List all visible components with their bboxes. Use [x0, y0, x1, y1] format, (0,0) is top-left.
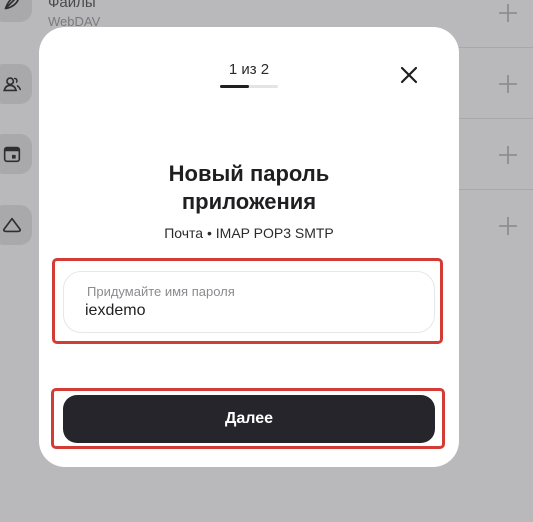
contacts-nav-button[interactable]: [0, 64, 32, 104]
highlight-name-field: [52, 258, 443, 344]
list-divider: [458, 189, 533, 190]
dialog-title-line1: Новый пароль: [168, 161, 330, 186]
feather-icon: [4, 0, 19, 10]
dialog-title-line2: приложения: [181, 189, 317, 214]
add-plus-icon[interactable]: [497, 215, 519, 237]
step-progress-fill: [220, 85, 249, 88]
dialog-title: Новый пароль приложения: [39, 160, 459, 216]
add-plus-icon[interactable]: [497, 2, 519, 24]
dialog-subtitle: Почта • IMAP POP3 SMTP: [164, 225, 334, 241]
cloud-nav-button[interactable]: [0, 205, 32, 245]
step-indicator: 1 из 2: [228, 61, 270, 78]
cloud-icon: [2, 217, 22, 233]
calendar-nav-button[interactable]: [0, 134, 32, 174]
list-divider: [458, 118, 533, 119]
files-nav-button[interactable]: [0, 0, 32, 22]
step-progress-bar: [220, 85, 278, 88]
add-plus-icon[interactable]: [497, 144, 519, 166]
contacts-icon: [3, 77, 21, 92]
highlight-next-button: [51, 388, 445, 449]
add-plus-icon[interactable]: [497, 73, 519, 95]
close-icon[interactable]: [397, 63, 421, 87]
files-item-title: Файлы: [48, 0, 96, 11]
calendar-icon: [3, 146, 21, 163]
list-divider: [458, 47, 533, 48]
